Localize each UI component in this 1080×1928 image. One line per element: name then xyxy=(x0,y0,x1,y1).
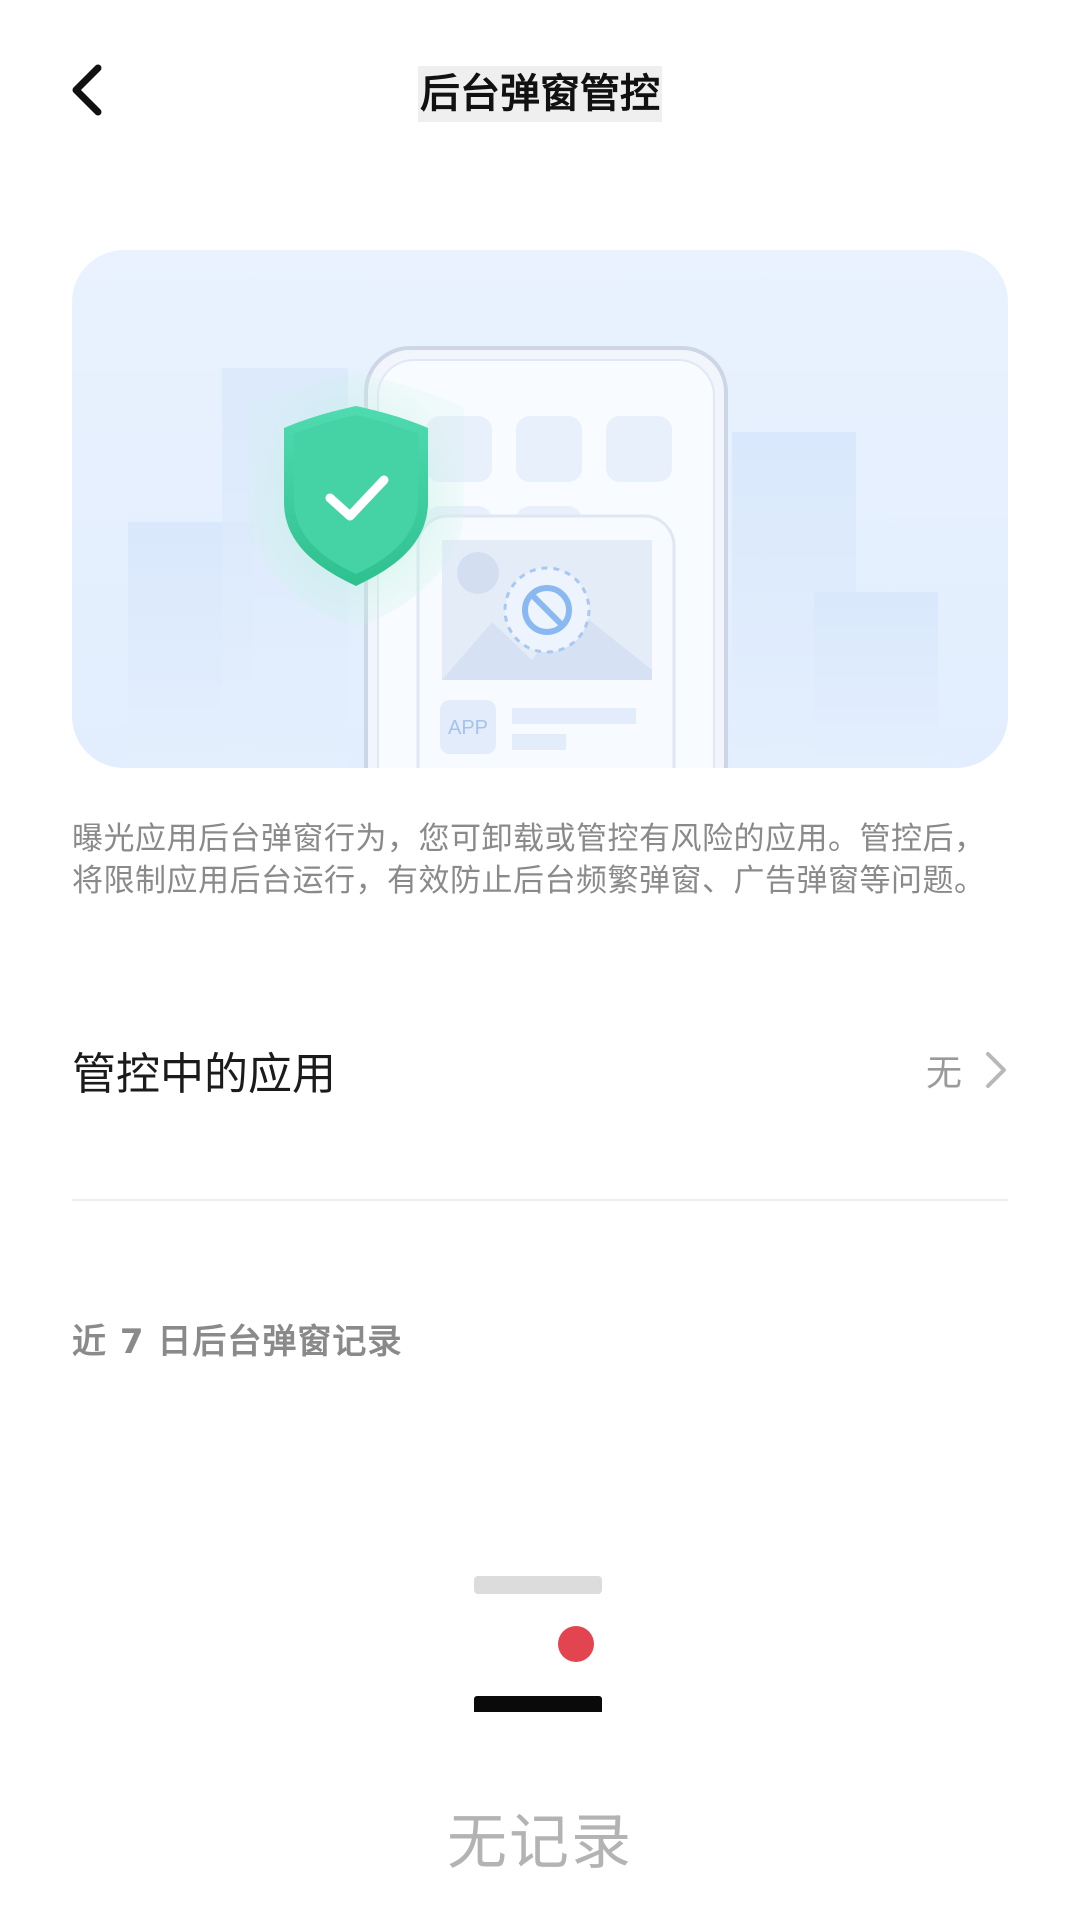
app-label: APP xyxy=(448,717,488,739)
empty-record-icon xyxy=(474,1576,602,1712)
page-title: 后台弹窗管控 xyxy=(0,66,1080,122)
managed-apps-label: 管控中的应用 xyxy=(72,1049,336,1100)
records-section-title: 近 7 日后台弹窗记录 xyxy=(72,1322,403,1362)
divider xyxy=(72,1199,1008,1201)
banner-illustration: APP xyxy=(128,346,938,768)
chevron-right-icon xyxy=(986,1052,1006,1088)
description-text: 曝光应用后台弹窗行为，您可卸载或管控有风险的应用。管控后，将限制应用后台运行，有… xyxy=(72,821,986,899)
empty-state-text: 无记录 xyxy=(447,1808,633,1878)
managed-apps-row[interactable]: 管控中的应用 无 xyxy=(72,1020,1008,1120)
managed-apps-value: 无 xyxy=(925,1053,962,1094)
hero-banner: APP xyxy=(72,250,1008,768)
